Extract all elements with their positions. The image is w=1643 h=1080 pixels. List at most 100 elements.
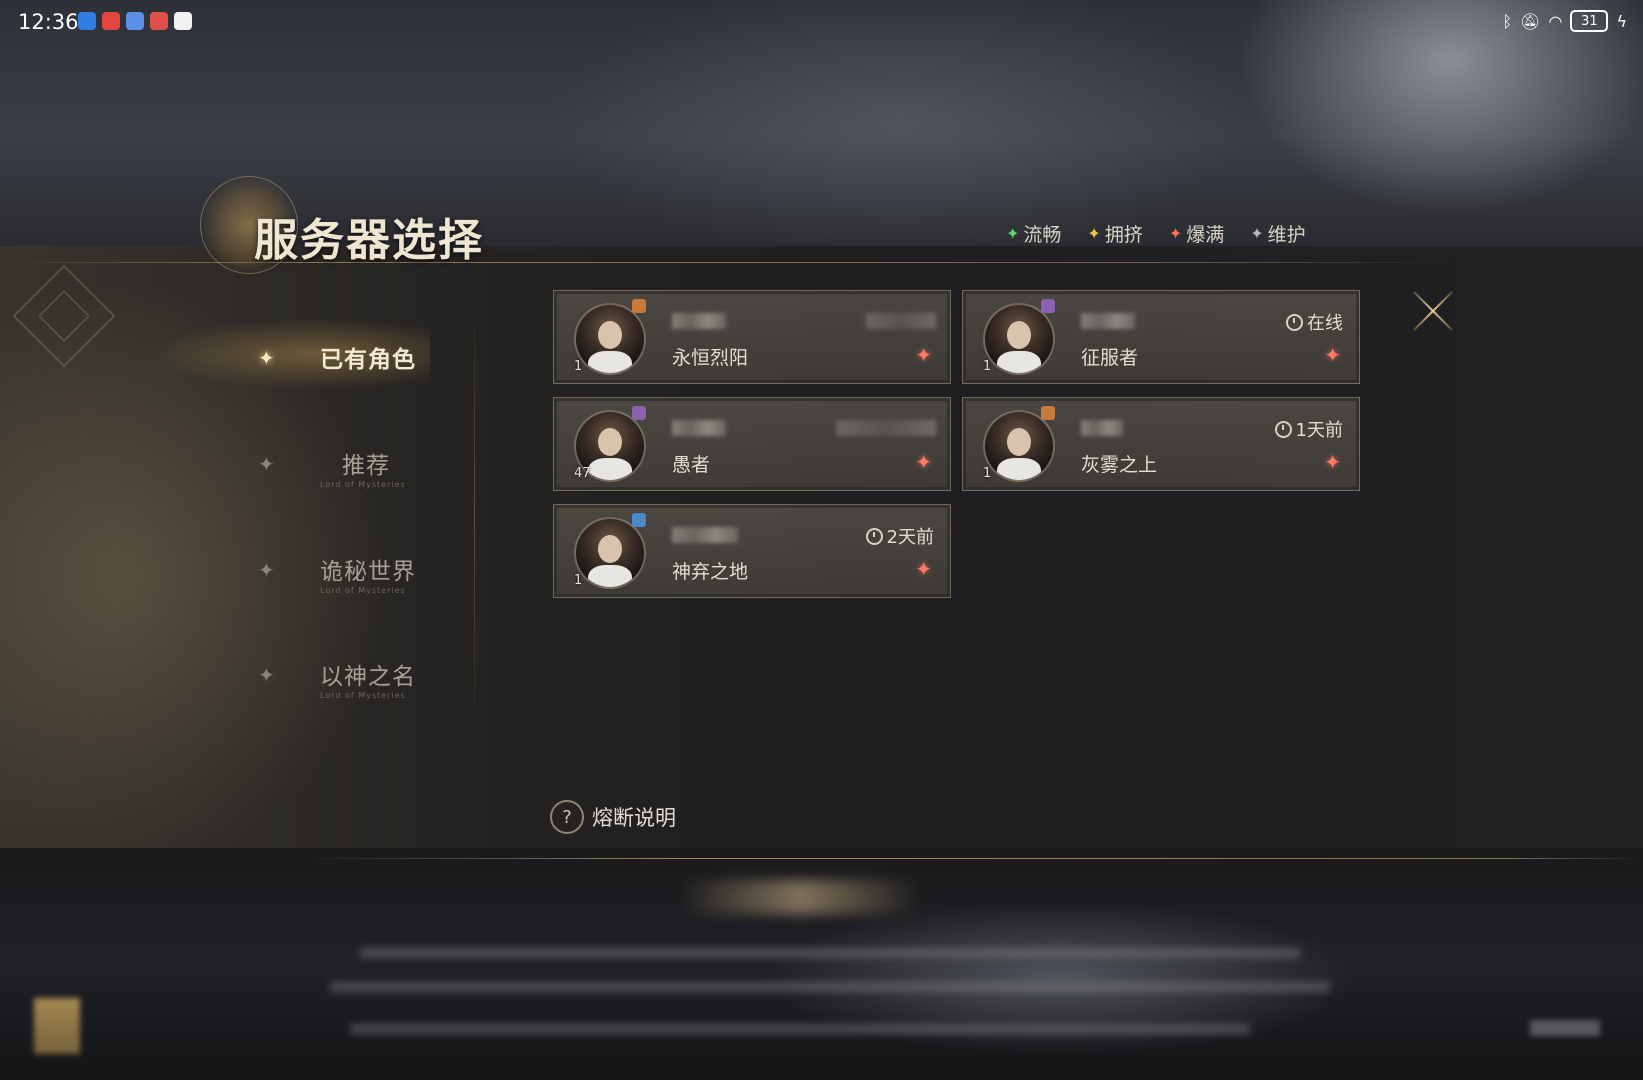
spark-icon: ✦ [258, 346, 275, 370]
legend-full: ✦ 爆满 [1169, 220, 1224, 247]
blurred-corner-button [1530, 1020, 1600, 1036]
server-name: 征服者 [1081, 347, 1139, 369]
blurred-text-line [350, 1024, 1250, 1034]
tab-label: 已有角色 [320, 346, 416, 373]
spark-gray-icon: ✦ [1250, 224, 1264, 243]
character-level: 1 [983, 359, 992, 374]
spark-green-icon: ✦ [1006, 224, 1020, 243]
server-name: 永恒烈阳 [672, 347, 749, 369]
status-full-icon: ✦ [915, 557, 932, 581]
character-avatar [983, 410, 1055, 482]
tab-existing-characters[interactable]: ✦ 已有角色 [258, 334, 458, 390]
server-name: 愚者 [672, 454, 711, 476]
blurred-thumbnail [34, 998, 80, 1054]
last-login-text: 在线 [1307, 313, 1343, 334]
spark-icon: ✦ [258, 663, 275, 687]
penguin-app-icon [174, 12, 192, 30]
page-title: 服务器选择 [254, 215, 484, 266]
legend-label: 维护 [1267, 224, 1306, 246]
server-status-legend: ✦ 流畅 ✦ 拥挤 ✦ 爆满 ✦ 维护 [1006, 220, 1306, 247]
question-icon: ? [550, 800, 584, 834]
server-name: 神弃之地 [672, 561, 749, 583]
legend-smooth: ✦ 流畅 [1006, 220, 1061, 247]
character-avatar [574, 303, 646, 375]
legend-crowded: ✦ 拥挤 [1087, 220, 1142, 247]
bluetooth-icon: ᛒ [1502, 11, 1513, 31]
tab-sublabel: Lord of Mysteries [320, 480, 406, 489]
character-avatar [574, 517, 646, 589]
notification-icons [78, 12, 192, 30]
spark-icon: ✦ [258, 452, 275, 476]
character-name-redacted [1081, 313, 1135, 329]
class-badge-icon [632, 299, 646, 313]
tab-sublabel: Lord of Mysteries [320, 691, 406, 700]
last-login: 在线 [1286, 309, 1343, 335]
last-login-text: 2天前 [886, 527, 934, 548]
status-full-icon: ✦ [915, 450, 932, 474]
tab-recommended[interactable]: ✦ 推荐 Lord of Mysteries [258, 440, 458, 496]
server-card[interactable]: 1 在线 征服者 ✦ [962, 290, 1360, 384]
tab-in-gods-name[interactable]: ✦ 以神之名 Lord of Mysteries [258, 651, 458, 707]
tab-label: 以神之名 [320, 664, 416, 690]
status-indicators: ᛒ 🔕︎ ◠ 31 ϟ [1503, 10, 1627, 32]
character-level: 1 [574, 359, 583, 374]
class-badge-icon [632, 513, 646, 527]
charging-icon: ϟ [1616, 11, 1627, 31]
login-info-redacted [866, 313, 936, 329]
server-card[interactable]: 47 愚者 ✦ [553, 397, 951, 491]
legend-label: 拥挤 [1104, 224, 1143, 246]
red-app-icon-2 [150, 12, 168, 30]
server-card[interactable]: 1 2天前 神弃之地 ✦ [553, 504, 951, 598]
legend-maintenance: ✦ 维护 [1250, 220, 1305, 247]
circuit-breaker-help[interactable]: ? 熔断说明 [550, 800, 676, 834]
battery-icon: 31 [1570, 10, 1609, 32]
mute-icon: 🔕︎ [1520, 11, 1541, 31]
class-badge-icon [1041, 406, 1055, 420]
blurred-text-line [360, 948, 1300, 958]
shield-app-icon [78, 12, 96, 30]
blurred-start-button [680, 880, 920, 914]
status-full-icon: ✦ [915, 343, 932, 367]
status-bar: 12:36 ᛒ 🔕︎ ◠ 31 ϟ [0, 0, 1643, 44]
server-card[interactable]: 1 永恒烈阳 ✦ [553, 290, 951, 384]
battery-level: 31 [1581, 13, 1598, 29]
close-button[interactable] [1410, 288, 1456, 334]
character-avatar [983, 303, 1055, 375]
clock-icon [1274, 420, 1292, 438]
status-full-icon: ✦ [1324, 343, 1341, 367]
status-time: 12:36 [18, 10, 79, 34]
sidebar-divider [474, 290, 475, 740]
character-level: 47 [574, 466, 591, 481]
character-level: 1 [983, 466, 992, 481]
clock-icon [1286, 313, 1303, 331]
character-name-redacted [672, 313, 726, 329]
blue-app-icon [126, 12, 144, 30]
character-level: 1 [574, 573, 583, 588]
last-login: 2天前 [865, 523, 934, 549]
red-app-icon [102, 12, 120, 30]
spark-icon: ✦ [258, 558, 275, 582]
blurred-text-line [330, 982, 1330, 992]
server-card[interactable]: 1 1天前 灰雾之上 ✦ [962, 397, 1360, 491]
login-info-redacted [836, 420, 936, 436]
character-name-redacted [672, 527, 738, 543]
legend-label: 流畅 [1023, 224, 1062, 246]
spark-yellow-icon: ✦ [1087, 224, 1101, 243]
tab-sublabel: Lord of Mysteries [320, 586, 406, 595]
tab-label: 推荐 [342, 453, 390, 479]
tab-label: 诡秘世界 [320, 559, 416, 585]
spark-red-icon: ✦ [1168, 224, 1183, 243]
legend-label: 爆满 [1186, 224, 1225, 246]
wifi-icon: ◠ [1548, 11, 1563, 31]
class-badge-icon [632, 406, 646, 420]
panel-bottom-divider [300, 858, 1643, 859]
last-login: 1天前 [1274, 416, 1343, 442]
tab-mysterious-world[interactable]: ✦ 诡秘世界 Lord of Mysteries [258, 546, 458, 602]
status-full-icon: ✦ [1324, 450, 1341, 474]
class-badge-icon [1041, 299, 1055, 313]
clock-icon [865, 527, 883, 545]
character-name-redacted [672, 420, 726, 436]
server-name: 灰雾之上 [1081, 454, 1158, 476]
character-name-redacted [1081, 420, 1123, 436]
help-label: 熔断说明 [592, 806, 676, 830]
